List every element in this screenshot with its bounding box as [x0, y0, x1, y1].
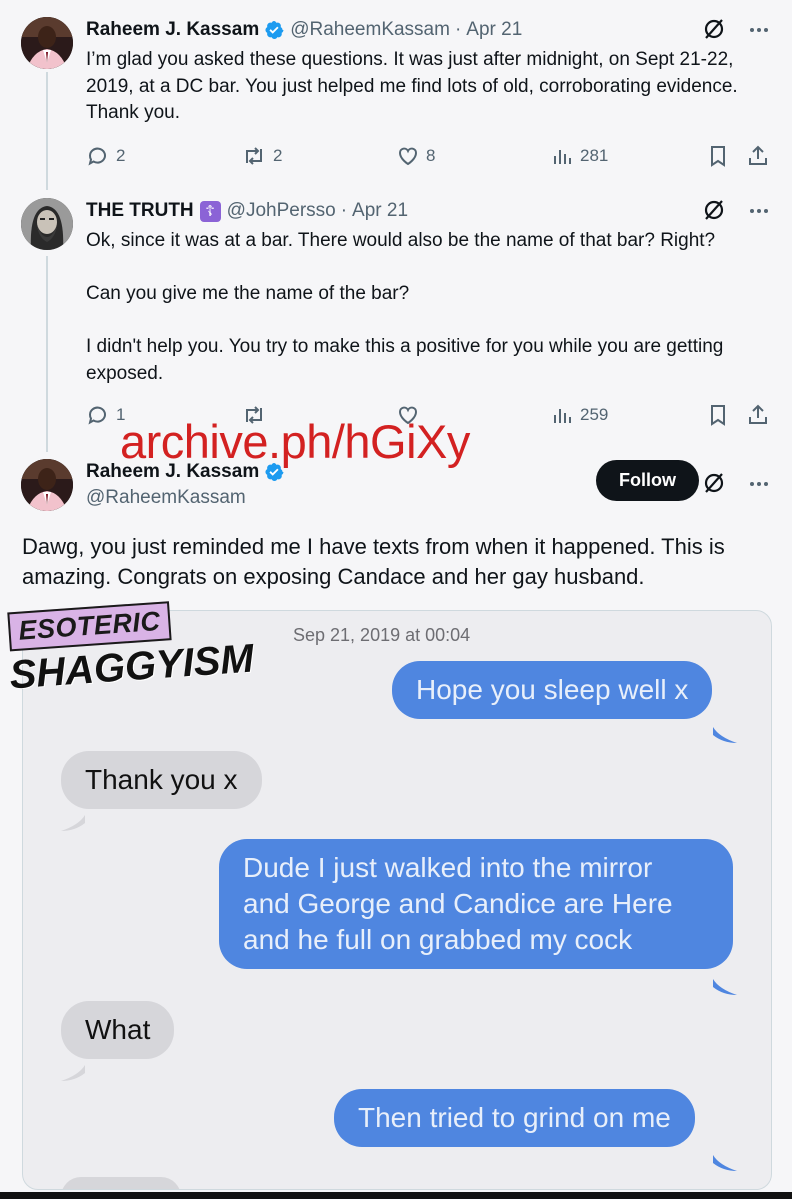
attached-image-imessage[interactable]: Sep 21, 2019 at 00:04 Hope you sleep wel…: [22, 610, 772, 1190]
message-line: and George and Candice are Here: [243, 888, 673, 919]
author-name[interactable]: Raheem J. Kassam: [86, 461, 259, 483]
more-options-icon[interactable]: [748, 198, 770, 222]
avatar[interactable]: [21, 17, 73, 69]
repost-count: 2: [273, 146, 283, 165]
bubble-tail: [713, 727, 737, 743]
tweet-top-icons: [702, 471, 770, 495]
tweet-text: Ok, since it was at a bar. There would a…: [86, 228, 776, 387]
author-handle[interactable]: @RaheemKassam: [86, 487, 246, 509]
tweet-paragraph: Can you give me the name of the bar?: [86, 283, 410, 304]
tweet-date[interactable]: Apr 21: [352, 200, 408, 222]
bookmark-button[interactable]: [707, 403, 729, 427]
message-bubble-incoming: Thank you x: [61, 751, 262, 809]
tweet-text: I’m glad you asked these questions. It w…: [86, 49, 738, 123]
tweet-date[interactable]: Apr 21: [466, 19, 522, 41]
views-button[interactable]: 281: [552, 144, 608, 168]
follow-button[interactable]: Follow: [596, 460, 699, 501]
author-handle[interactable]: @RaheemKassam: [290, 19, 450, 41]
thread-connector: [46, 72, 48, 190]
tweet-header: Raheem J. Kassam @RaheemKassam · Apr 21: [86, 17, 522, 43]
esoteric-shaggyism-logo: ESOTERIC SHAGGYISM: [5, 596, 255, 699]
tweet-header: THE TRUTH ☦ @JohPersso · Apr 21: [86, 198, 408, 224]
bubble-tail: [61, 815, 85, 831]
tweet-main-text: Dawg, you just reminded me I have texts …: [22, 534, 725, 589]
message-line: and he full on grabbed my cock: [243, 924, 633, 955]
message-bubble-outgoing: Then tried to grind on me: [334, 1089, 695, 1147]
tweet-top-icons: [702, 198, 770, 222]
tweet-header: Raheem J. Kassam: [86, 459, 284, 485]
like-count: 8: [426, 146, 436, 165]
share-button[interactable]: [747, 403, 769, 427]
screenshot-page: Raheem J. Kassam @RaheemKassam · Apr 21 …: [0, 0, 792, 1199]
grok-icon[interactable]: [702, 198, 726, 222]
more-options-icon[interactable]: [748, 471, 770, 495]
bookmark-button[interactable]: [707, 144, 729, 168]
repost-button[interactable]: 2: [241, 144, 282, 168]
message-bubble-outgoing: Dude I just walked into the mirror and G…: [219, 839, 733, 969]
share-button[interactable]: [747, 144, 769, 168]
tweet-paragraph: Ok, since it was at a bar. There would a…: [86, 230, 716, 251]
share-icon: [749, 404, 767, 424]
bookmark-icon: [711, 405, 725, 426]
views-count: 259: [580, 405, 609, 424]
grok-icon[interactable]: [702, 17, 726, 41]
author-name[interactable]: Raheem J. Kassam: [86, 19, 259, 41]
reply-icon: [88, 147, 106, 166]
separator-dot: ·: [454, 19, 462, 40]
reply-icon: [88, 406, 106, 425]
heart-icon: [399, 147, 417, 166]
separator-dot: ·: [340, 200, 348, 221]
views-chart-icon: [554, 409, 571, 423]
message-bubble-incoming: What: [61, 1001, 175, 1059]
tweet-top-icons: [702, 17, 770, 41]
message-timestamp: Sep 21, 2019 at 00:04: [293, 625, 471, 645]
message-bubble-outgoing: Hope you sleep well x: [392, 661, 713, 719]
more-options-icon[interactable]: [748, 17, 770, 41]
tweet-actions: 2 2 8 281: [86, 144, 776, 170]
reply-count: 2: [116, 146, 126, 165]
views-button[interactable]: 259: [552, 403, 608, 427]
share-icon: [749, 145, 767, 165]
views-chart-icon: [554, 150, 571, 164]
reply-button[interactable]: 2: [86, 144, 125, 168]
verified-badge-icon: [265, 21, 284, 39]
orthodox-cross-badge-icon: ☦: [199, 200, 221, 222]
verified-badge-icon: [265, 463, 284, 481]
message-bubble-incoming-partial: [61, 1177, 181, 1189]
views-count: 281: [580, 146, 609, 165]
avatar[interactable]: [21, 459, 73, 511]
avatar[interactable]: [21, 198, 73, 250]
grok-icon[interactable]: [702, 471, 726, 495]
tweet-paragraph: I didn't help you. You try to make this …: [86, 336, 724, 384]
bubble-tail: [61, 1065, 85, 1081]
bubble-tail: [713, 979, 737, 995]
thread-connector: [46, 256, 48, 452]
bubble-tail: [713, 1155, 737, 1171]
like-button[interactable]: 8: [396, 144, 435, 168]
bookmark-icon: [711, 146, 725, 167]
author-name[interactable]: THE TRUTH: [86, 200, 194, 222]
author-handle[interactable]: @JohPersso: [227, 200, 336, 222]
message-line: Dude I just walked into the mirror: [243, 852, 653, 883]
repost-icon: [246, 147, 262, 165]
bottom-edge: [0, 1192, 792, 1199]
